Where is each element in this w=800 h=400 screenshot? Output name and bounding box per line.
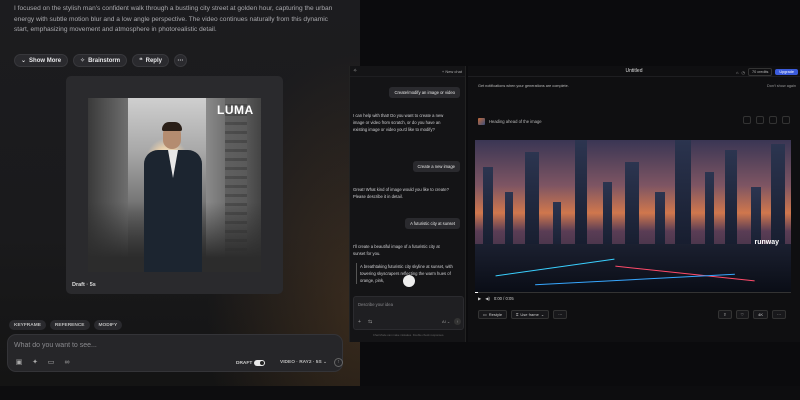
send-icon[interactable]: ↑: [334, 358, 343, 367]
dont-show-again-link[interactable]: Don't show again: [767, 84, 796, 88]
project-title[interactable]: Untitled: [626, 68, 643, 74]
upgrade-button[interactable]: Upgrade: [775, 69, 798, 75]
video-icon[interactable]: ▭: [47, 359, 55, 367]
chat-disclaimer: Chat Mode can make mistakes. Double chec…: [372, 333, 445, 337]
volume-icon[interactable]: ◀): [485, 296, 490, 301]
settings-sliders-icon[interactable]: ⇆: [368, 319, 372, 325]
chat-message-user: Create/modify an image or video: [389, 87, 460, 98]
draft-toggle[interactable]: DRAFT: [236, 360, 266, 366]
video-progress-bar[interactable]: [475, 292, 791, 293]
runway-watermark: runway: [754, 239, 779, 246]
prompt-composer: ▣ ✦ ▭ ∞ DRAFT VIDEO · RAY2 · 5S ⌄ ↑: [7, 334, 343, 372]
draft-toggle-label: DRAFT: [236, 360, 253, 366]
reference-tag[interactable]: REFERENCE: [49, 320, 90, 330]
notification-banner: Get notifications when your generations …: [478, 84, 569, 88]
luma-panel: I focused on the stylish man's confident…: [0, 0, 360, 386]
chat-message-ai: I can help with that! Do you want to cre…: [353, 113, 444, 132]
video-player[interactable]: runway: [475, 140, 791, 292]
new-chat-button[interactable]: + New chat: [442, 69, 462, 74]
chevron-icon: ⌄: [21, 58, 27, 64]
chat-message-ai: I'll create a beautiful image of a futur…: [353, 244, 440, 256]
composer-tools: ▣ ✦ ▭ ∞: [15, 359, 71, 367]
link-icon[interactable]: ⌂: [736, 70, 738, 75]
luma-logo: LUMA: [217, 103, 254, 117]
credits-badge[interactable]: 70 credits: [747, 68, 773, 76]
chat-message-user: A futuristic city at sunset: [405, 218, 460, 229]
header-actions: ⌂ ◷ 70 credits Upgrade: [736, 68, 798, 76]
favorite-icon[interactable]: ♡: [735, 310, 750, 319]
chat-input[interactable]: [358, 300, 448, 308]
use-frame-button[interactable]: ⌗ Use frame ⌄: [511, 310, 550, 319]
model-selector[interactable]: VIDEO · RAY2 · 5S ⌄: [280, 360, 327, 365]
prompt-description: I focused on the stylish man's confident…: [14, 5, 333, 34]
send-icon[interactable]: ↑: [454, 318, 461, 325]
restyle-button[interactable]: ▭ Restyle: [478, 310, 508, 319]
show-more-button[interactable]: ⌄ Show More: [14, 54, 69, 67]
brainstorm-button[interactable]: ✧ Brainstorm: [73, 54, 128, 67]
share-icon[interactable]: ⇪: [718, 310, 732, 319]
generation-actions: ▭ Restyle ⌗ Use frame ⌄ ···: [478, 310, 568, 319]
keyframe-tag[interactable]: KEYFRAME: [9, 320, 46, 330]
chat-header: ✧ + New chat: [350, 66, 465, 77]
runway-panel: Untitled ⌂ ◷ 70 credits Upgrade Get noti…: [468, 66, 800, 342]
video-thumbnail[interactable]: [88, 98, 261, 272]
mode-tags: KEYFRAME REFERENCE MODIFY: [9, 320, 123, 330]
more-icon[interactable]: ···: [772, 310, 786, 319]
quality-4k-button[interactable]: 4K: [753, 310, 768, 319]
generation-tools: [743, 116, 790, 124]
generation-actions-right: ⇪ ♡ 4K ···: [718, 310, 786, 319]
chat-composer: + ⇆ AI ⌄ ↑: [353, 296, 464, 330]
chat-message-user: Create a new image: [412, 161, 460, 172]
play-icon[interactable]: ▶: [478, 296, 481, 301]
image-icon[interactable]: ▣: [15, 359, 23, 367]
toggle-switch-icon[interactable]: [254, 360, 266, 366]
brainstorm-label: Brainstorm: [88, 57, 121, 64]
sparkle-icon[interactable]: ✦: [31, 359, 39, 367]
more-actions-button[interactable]: ···: [553, 310, 568, 319]
notification-icon[interactable]: ◷: [741, 70, 745, 75]
chevron-down-icon: ⌄: [540, 312, 545, 317]
reply-label: Reply: [145, 57, 162, 64]
runway-header: Untitled ⌂ ◷ 70 credits Upgrade: [468, 66, 800, 77]
settings-icon[interactable]: ✧: [353, 68, 357, 74]
prompt-input[interactable]: [14, 339, 264, 351]
restyle-label: Restyle: [488, 312, 503, 317]
frame-icon: ⌗: [516, 312, 519, 317]
refresh-icon[interactable]: [743, 116, 751, 124]
loop-icon[interactable]: ∞: [63, 359, 71, 367]
generation-title: Heading ahead of the image: [489, 119, 542, 124]
chat-panel: ✧ + New chat Create/modify an image or v…: [349, 66, 466, 342]
timecode: 0:00 / 0:05: [493, 296, 514, 301]
video-icon: ▭: [483, 312, 487, 317]
cursor-indicator: [403, 275, 415, 287]
plus-icon[interactable]: +: [358, 319, 361, 325]
sparkle-icon: ✧: [80, 58, 86, 64]
more-options-button[interactable]: ···: [173, 54, 187, 67]
bottom-strip: [0, 386, 800, 400]
modify-tag[interactable]: MODIFY: [93, 320, 123, 330]
video-controls: ▶ ◀) 0:00 / 0:05: [478, 296, 514, 301]
more-icon[interactable]: [782, 116, 790, 124]
reply-button[interactable]: ❝ Reply: [132, 54, 169, 67]
action-row: ⌄ Show More ✧ Brainstorm ❝ Reply ···: [14, 54, 187, 67]
show-more-label: Show More: [29, 57, 62, 64]
model-dropdown[interactable]: AI ⌄: [442, 319, 450, 324]
expand-icon[interactable]: [756, 116, 764, 124]
draft-duration-label: Draft · 5s: [72, 282, 96, 288]
generation-header: Heading ahead of the image: [478, 118, 542, 125]
chat-message-ai: Great! What kind of image would you like…: [353, 187, 449, 199]
generation-thumbnail: [478, 118, 485, 125]
use-frame-label: Use frame: [520, 312, 539, 317]
progress-fill: [475, 292, 479, 293]
quote-icon: ❝: [139, 58, 143, 64]
thumbs-down-icon[interactable]: [769, 116, 777, 124]
